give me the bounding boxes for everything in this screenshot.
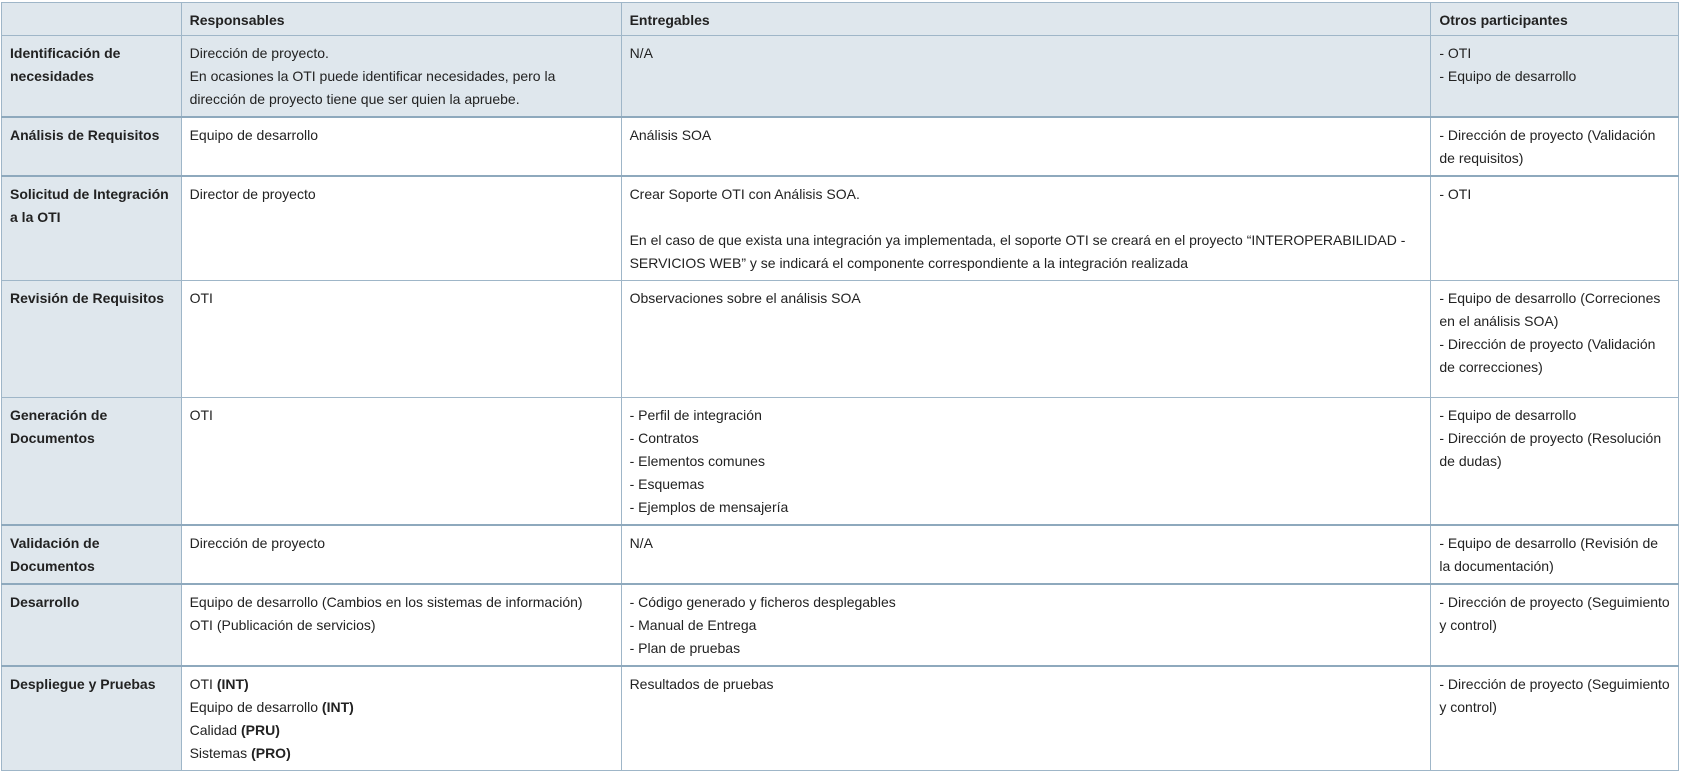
cell-line: - Equipo de desarrollo [1439, 407, 1577, 423]
table-row: Solicitud de Integración a la OTI Direct… [1, 175, 1679, 281]
responsables-cell: Equipo de desarrollo (Cambios en los sis… [180, 583, 622, 667]
cell-line: Análisis SOA [629, 127, 712, 143]
entregables-cell: Resultados de pruebas [620, 665, 1432, 771]
environment-tag: (INT) [321, 699, 354, 715]
responsable-name: OTI [189, 676, 213, 692]
responsables-cell: OTI [180, 280, 622, 398]
cell-line: - Equipo de desarrollo (Revisión de la d… [1439, 535, 1659, 574]
workflow-table: Responsables Entregables Otros participa… [1, 2, 1679, 771]
cell-line: - Dirección de proyecto (Validación de c… [1439, 336, 1656, 375]
table-row: Despliegue y Pruebas OTI (INT) Equipo de… [1, 665, 1679, 771]
responsables-cell: Dirección de proyecto. En ocasiones la O… [180, 35, 622, 118]
environment-tag: (PRO) [251, 745, 291, 761]
list-item: - Ejemplos de mensajería [629, 499, 789, 515]
otros-cell: - Dirección de proyecto (Seguimiento y c… [1430, 665, 1679, 771]
header-responsables: Responsables [180, 2, 622, 36]
table-row: Identificación de necesidades Dirección … [1, 35, 1679, 118]
cell-line: Observaciones sobre el análisis SOA [629, 290, 861, 306]
responsables-cell: Equipo de desarrollo [180, 116, 622, 177]
cell-line: - Equipo de desarrollo (Correciones en e… [1439, 290, 1661, 329]
table-row: Generación de Documentos OTI - Perfil de… [1, 397, 1679, 526]
responsables-cell: OTI [180, 397, 622, 526]
entregables-cell: - Código generado y ficheros desplegable… [620, 583, 1432, 667]
otros-cell: - OTI - Equipo de desarrollo [1430, 35, 1679, 118]
cell-line: - OTI [1439, 186, 1472, 202]
stage-cell: Identificación de necesidades [1, 35, 182, 118]
cell-line: OTI (INT) [190, 673, 613, 696]
cell-line: Dirección de proyecto. [189, 45, 329, 61]
table-row: Análisis de Requisitos Equipo de desarro… [1, 116, 1679, 177]
header-otros-participantes: Otros participantes [1430, 2, 1679, 36]
stage-cell: Validación de Documentos [1, 524, 182, 585]
stage-cell: Generación de Documentos [1, 397, 182, 526]
otros-cell: - Equipo de desarrollo (Revisión de la d… [1430, 524, 1679, 585]
cell-line: Resultados de pruebas [629, 676, 774, 692]
header-stage [1, 2, 182, 36]
cell-line: Equipo de desarrollo (INT) [190, 696, 613, 719]
cell-line: OTI [189, 290, 213, 306]
responsable-name: Equipo de desarrollo [189, 699, 319, 715]
list-item: - Elementos comunes [629, 453, 765, 469]
cell-line: Equipo de desarrollo [189, 127, 319, 143]
entregables-cell: N/A [620, 524, 1432, 585]
entregables-cell: Observaciones sobre el análisis SOA [620, 280, 1432, 398]
cell-line: Dirección de proyecto [189, 535, 325, 551]
entregables-cell: Crear Soporte OTI con Análisis SOA. En e… [620, 175, 1432, 281]
cell-line: - Dirección de proyecto (Validación de r… [1439, 127, 1656, 166]
stage-cell: Análisis de Requisitos [1, 116, 182, 177]
entregables-cell: - Perfil de integración - Contratos - El… [620, 397, 1432, 526]
list-item: - Código generado y ficheros desplegable… [629, 594, 896, 610]
otros-cell: - OTI [1430, 175, 1679, 281]
cell-line: Crear Soporte OTI con Análisis SOA. [629, 186, 860, 202]
cell-line: - OTI [1439, 45, 1472, 61]
stage-cell: Desarrollo [1, 583, 182, 667]
otros-cell: - Equipo de desarrollo (Correciones en e… [1430, 280, 1679, 398]
cell-line: En el caso de que exista una integración… [629, 232, 1406, 271]
responsables-cell: Dirección de proyecto [180, 524, 622, 585]
responsable-name: Sistemas [189, 745, 248, 761]
table-row: Validación de Documentos Dirección de pr… [1, 524, 1679, 585]
cell-line: Equipo de desarrollo (Cambios en los sis… [189, 594, 583, 610]
stage-cell: Revisión de Requisitos [1, 280, 182, 398]
list-item: - Contratos [629, 430, 699, 446]
table-row: Desarrollo Equipo de desarrollo (Cambios… [1, 583, 1679, 667]
otros-cell: - Dirección de proyecto (Seguimiento y c… [1430, 583, 1679, 667]
cell-line: OTI (Publicación de servicios) [189, 617, 376, 633]
cell-line: - Dirección de proyecto (Seguimiento y c… [1439, 676, 1670, 715]
environment-tag: (PRU) [240, 722, 280, 738]
cell-line: - Dirección de proyecto (Resolución de d… [1439, 430, 1662, 469]
cell-line: N/A [629, 535, 653, 551]
list-item: - Plan de pruebas [629, 640, 741, 656]
list-item: - Manual de Entrega [629, 617, 757, 633]
cell-line: OTI [189, 407, 213, 423]
cell-line: N/A [629, 45, 653, 61]
stage-cell: Despliegue y Pruebas [1, 665, 182, 771]
stage-cell: Solicitud de Integración a la OTI [1, 175, 182, 281]
cell-line: Calidad (PRU) [190, 719, 613, 742]
entregables-cell: Análisis SOA [620, 116, 1432, 177]
list-item: - Perfil de integración [629, 407, 762, 423]
header-entregables: Entregables [620, 2, 1432, 36]
environment-tag: (INT) [216, 676, 249, 692]
cell-line: - Equipo de desarrollo [1439, 68, 1577, 84]
list-item: - Esquemas [629, 476, 705, 492]
responsables-cell: OTI (INT) Equipo de desarrollo (INT) Cal… [180, 665, 622, 771]
otros-cell: - Equipo de desarrollo - Dirección de pr… [1430, 397, 1679, 526]
header-row: Responsables Entregables Otros participa… [1, 2, 1679, 36]
cell-line: Director de proyecto [189, 186, 316, 202]
cell-line: En ocasiones la OTI puede identificar ne… [189, 68, 556, 107]
responsable-name: Calidad [189, 722, 238, 738]
table-row: Revisión de Requisitos OTI Observaciones… [1, 280, 1679, 398]
responsables-cell: Director de proyecto [180, 175, 622, 281]
otros-cell: - Dirección de proyecto (Validación de r… [1430, 116, 1679, 177]
cell-line: - Dirección de proyecto (Seguimiento y c… [1439, 594, 1670, 633]
entregables-cell: N/A [620, 35, 1432, 118]
